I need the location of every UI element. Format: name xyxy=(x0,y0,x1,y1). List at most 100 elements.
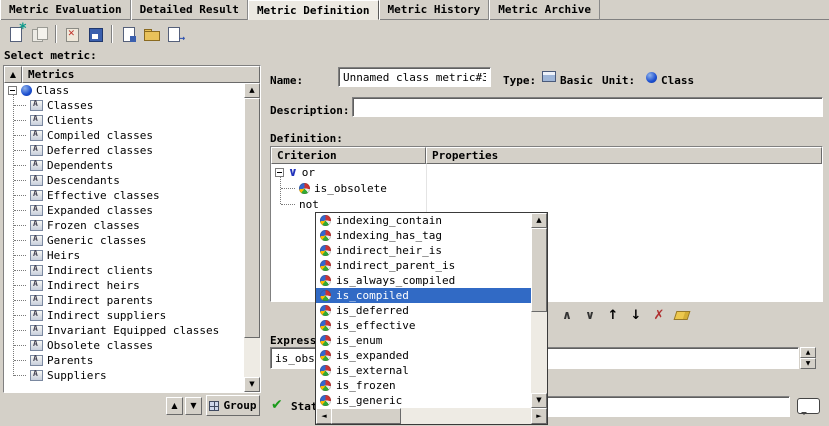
dropdown-item-indexing-has-tag[interactable]: indexing_has_tag xyxy=(316,228,531,243)
sort-ascending-icon[interactable]: ▲ xyxy=(4,66,22,83)
scroll-right-icon[interactable]: ► xyxy=(531,408,547,424)
scroll-down-icon[interactable]: ▼ xyxy=(800,358,816,369)
tree-item-indirect-suppliers[interactable]: Indirect suppliers xyxy=(4,308,244,323)
move-criterion-up-button[interactable]: ↑ xyxy=(606,307,620,323)
tree-item-invariant-equipped-classes[interactable]: Invariant Equipped classes xyxy=(4,323,244,338)
open-metric-file-button[interactable] xyxy=(140,23,163,45)
metric-icon xyxy=(30,175,43,186)
collapse-icon[interactable] xyxy=(275,168,284,177)
metric-icon xyxy=(30,250,43,261)
scroll-up-icon[interactable]: ▲ xyxy=(800,347,816,358)
tree-item-class[interactable]: Class xyxy=(4,83,244,98)
metric-icon xyxy=(30,310,43,321)
or-operator-button[interactable]: ∨ xyxy=(583,307,597,323)
dropdown-vertical-scrollbar[interactable]: ▲ ▼ xyxy=(531,213,547,408)
dropdown-item-indexing-contain[interactable]: indexing_contain xyxy=(316,213,531,228)
tree-item-indirect-heirs[interactable]: Indirect heirs xyxy=(4,278,244,293)
tree-item-clients[interactable]: Clients xyxy=(4,113,244,128)
tree-item-descendants[interactable]: Descendants xyxy=(4,173,244,188)
metric-icon xyxy=(30,295,43,306)
criterion-column-header[interactable]: Criterion xyxy=(271,147,426,164)
expression-scrollbar[interactable]: ▲ ▼ xyxy=(800,347,815,369)
move-metric-down-button[interactable]: ▼ xyxy=(185,397,202,415)
metric-tool-window: Metric EvaluationDetailed ResultMetric D… xyxy=(0,0,829,426)
tree-item-parents[interactable]: Parents xyxy=(4,353,244,368)
tab-metric-history[interactable]: Metric History xyxy=(379,0,490,20)
tree-scrollbar[interactable]: ▲ ▼ xyxy=(244,83,260,392)
export-metric-button[interactable] xyxy=(163,23,186,45)
dropdown-item-is-always-compiled[interactable]: is_always_compiled xyxy=(316,273,531,288)
tree-scrollbar-thumb[interactable] xyxy=(244,98,260,338)
tab-bar: Metric EvaluationDetailed ResultMetric D… xyxy=(0,0,829,20)
class-unit-icon xyxy=(646,72,657,83)
remove-criterion-button[interactable]: ✗ xyxy=(652,307,666,323)
tree-item-dependents[interactable]: Dependents xyxy=(4,158,244,173)
dropdown-horizontal-scrollbar[interactable]: ◄ ► xyxy=(316,408,547,424)
properties-column-header[interactable]: Properties xyxy=(426,147,822,164)
tree-item-indirect-clients[interactable]: Indirect clients xyxy=(4,263,244,278)
dropdown-item-is-enum[interactable]: is_enum xyxy=(316,333,531,348)
dropdown-item-is-effective[interactable]: is_effective xyxy=(316,318,531,333)
name-input[interactable] xyxy=(338,67,491,87)
tree-item-label: Descendants xyxy=(47,174,120,187)
definition-row-is-obsolete[interactable]: is_obsolete xyxy=(271,180,822,196)
import-metric-button[interactable] xyxy=(117,23,140,45)
or-operator-icon: ∨ xyxy=(288,166,298,178)
metric-icon xyxy=(30,235,43,246)
tree-item-expanded-classes[interactable]: Expanded classes xyxy=(4,203,244,218)
and-operator-button[interactable]: ∧ xyxy=(560,307,574,323)
tree-header: ▲ Metrics xyxy=(4,66,260,83)
dropdown-item-label: indexing_has_tag xyxy=(336,229,442,242)
tree-item-heirs[interactable]: Heirs xyxy=(4,248,244,263)
dropdown-item-is-compiled[interactable]: is_compiled xyxy=(316,288,531,303)
scroll-down-icon[interactable]: ▼ xyxy=(531,393,547,408)
group-button-label: Group xyxy=(223,399,256,412)
tab-metric-definition[interactable]: Metric Definition xyxy=(248,0,379,20)
dropdown-scrollbar-thumb[interactable] xyxy=(531,228,547,312)
move-criterion-down-button[interactable]: ↓ xyxy=(629,307,643,323)
criterion-ball-icon xyxy=(320,365,331,376)
save-metric-button[interactable] xyxy=(84,23,107,45)
scroll-down-icon[interactable]: ▼ xyxy=(244,377,260,392)
scroll-up-icon[interactable]: ▲ xyxy=(244,83,260,98)
criterion-ball-icon xyxy=(320,350,331,361)
dropdown-item-is-generic[interactable]: is_generic xyxy=(316,393,531,408)
tree-item-indirect-parents[interactable]: Indirect parents xyxy=(4,293,244,308)
tab-metric-archive[interactable]: Metric Archive xyxy=(489,0,600,20)
definition-row-or[interactable]: ∨ or xyxy=(271,164,822,180)
comment-bubble-icon[interactable] xyxy=(797,398,820,414)
tree-item-obsolete-classes[interactable]: Obsolete classes xyxy=(4,338,244,353)
tree-item-deferred-classes[interactable]: Deferred classes xyxy=(4,143,244,158)
definition-label: Definition: xyxy=(270,132,343,145)
criterion-dropdown-list: indexing_containindexing_has_tagindirect… xyxy=(316,213,531,408)
delete-metric-button[interactable] xyxy=(61,23,84,45)
dropdown-item-is-external[interactable]: is_external xyxy=(316,363,531,378)
dropdown-item-indirect-parent-is[interactable]: indirect_parent_is xyxy=(316,258,531,273)
tree-item-classes[interactable]: Classes xyxy=(4,98,244,113)
tab-detailed-result[interactable]: Detailed Result xyxy=(131,0,248,20)
tree-item-frozen-classes[interactable]: Frozen classes xyxy=(4,218,244,233)
dropdown-item-is-frozen[interactable]: is_frozen xyxy=(316,378,531,393)
dropdown-hscrollbar-thumb[interactable] xyxy=(331,408,401,424)
metric-tree: Class ClassesClientsCompiled classesDefe… xyxy=(4,83,244,392)
criterion-dropdown: indexing_containindexing_has_tagindirect… xyxy=(315,212,548,425)
tree-item-effective-classes[interactable]: Effective classes xyxy=(4,188,244,203)
tab-metric-evaluation[interactable]: Metric Evaluation xyxy=(0,0,131,20)
grid-icon xyxy=(209,401,219,411)
dropdown-item-is-deferred[interactable]: is_deferred xyxy=(316,303,531,318)
dropdown-item-indirect-heir-is[interactable]: indirect_heir_is xyxy=(316,243,531,258)
move-metric-up-button[interactable]: ▲ xyxy=(166,397,183,415)
new-metric-button[interactable] xyxy=(5,23,28,45)
description-input[interactable] xyxy=(352,97,823,117)
tree-item-suppliers[interactable]: Suppliers xyxy=(4,368,244,383)
copy-metric-button[interactable] xyxy=(28,23,51,45)
definition-row-not[interactable]: not xyxy=(271,196,822,212)
dropdown-item-is-expanded[interactable]: is_expanded xyxy=(316,348,531,363)
group-button[interactable]: Group xyxy=(206,395,260,416)
metrics-column-header[interactable]: Metrics xyxy=(22,66,260,83)
scroll-up-icon[interactable]: ▲ xyxy=(531,213,547,228)
tree-item-generic-classes[interactable]: Generic classes xyxy=(4,233,244,248)
erase-criteria-button[interactable] xyxy=(675,307,689,323)
tree-item-compiled-classes[interactable]: Compiled classes xyxy=(4,128,244,143)
scroll-left-icon[interactable]: ◄ xyxy=(316,408,332,424)
